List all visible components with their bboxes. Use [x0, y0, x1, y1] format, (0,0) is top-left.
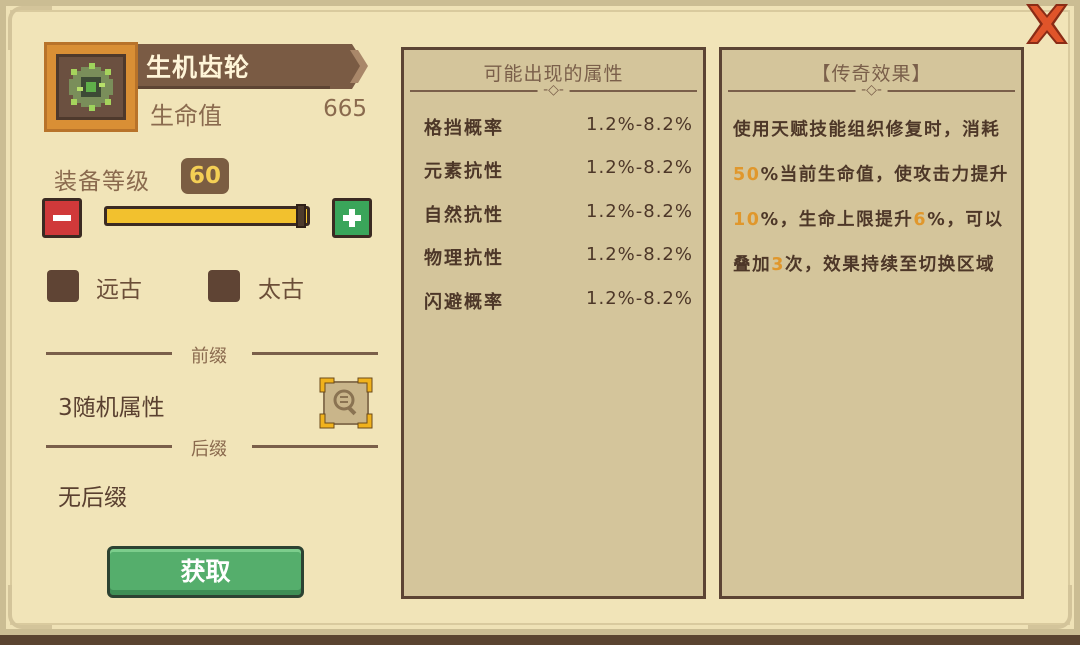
level-label: 装备等级	[54, 169, 150, 195]
effect-text-segment: %，生命上限提升	[760, 210, 914, 230]
effect-highlight-value: 6	[913, 210, 928, 230]
divider	[252, 352, 378, 355]
effect-text-segment: 使用天赋技能组织修复时，消耗	[733, 120, 1001, 140]
prefix-details-button[interactable]	[318, 376, 374, 430]
level-decrease-button[interactable]	[42, 198, 82, 238]
divider	[46, 445, 172, 448]
attribute-range: 1.2%-8.2%	[586, 114, 693, 135]
legendary-effect-text: 使用天赋技能组织修复时，消耗 50%当前生命值，使攻击力提升 10%，生命上限提升6…	[733, 108, 1009, 288]
attribute-range: 1.2%-8.2%	[586, 288, 693, 309]
attribute-name: 自然抗性	[424, 205, 504, 226]
attribute-row: 物理抗性 1.2%-8.2%	[424, 244, 693, 269]
stat-label: 生命值	[150, 102, 222, 130]
attribute-name: 物理抗性	[424, 248, 504, 269]
attribute-range: 1.2%-8.2%	[586, 244, 693, 265]
dialog-bottom-edge	[0, 635, 1080, 645]
attribute-name: 格挡概率	[424, 118, 504, 139]
attribute-row: 自然抗性 1.2%-8.2%	[424, 201, 693, 226]
divider	[252, 445, 378, 448]
divider-ornament: -◇-	[855, 82, 888, 98]
attribute-range: 1.2%-8.2%	[586, 201, 693, 222]
frame-ornament	[8, 585, 52, 629]
banner-arrow-icon	[330, 44, 368, 89]
primal-checkbox[interactable]	[208, 270, 240, 302]
stat-value: 665	[323, 96, 367, 122]
attribute-name: 元素抗性	[424, 161, 504, 182]
level-increase-button[interactable]	[332, 198, 372, 238]
level-slider-handle[interactable]	[296, 204, 306, 228]
prefix-value: 3随机属性	[58, 395, 165, 421]
level-slider[interactable]	[104, 204, 310, 228]
magnifier-icon	[319, 377, 373, 429]
suffix-value: 无后缀	[58, 485, 127, 511]
suffix-heading: 后缀	[191, 439, 227, 460]
close-button[interactable]	[1020, 0, 1074, 48]
attribute-row: 闪避概率 1.2%-8.2%	[424, 288, 693, 313]
attribute-name: 闪避概率	[424, 292, 504, 313]
ancient-checkbox[interactable]	[47, 270, 79, 302]
effect-highlight-value: 10	[733, 210, 761, 230]
gear-with-vines-icon	[69, 63, 113, 111]
attribute-row: 格挡概率 1.2%-8.2%	[424, 114, 693, 139]
effect-highlight-value: 3	[771, 255, 785, 275]
effect-highlight-value: 50	[733, 165, 761, 185]
level-slider-fill	[107, 209, 307, 223]
possible-attributes-panel: 可能出现的属性 -◇- 格挡概率 1.2%-8.2% 元素抗性 1.2%-8.2…	[401, 47, 706, 599]
ancient-checkbox-label: 远古	[96, 277, 142, 303]
attribute-row: 元素抗性 1.2%-8.2%	[424, 157, 693, 182]
close-x-icon	[1026, 4, 1068, 44]
prefix-heading: 前缀	[191, 346, 227, 367]
item-name: 生机齿轮	[146, 53, 251, 82]
attribute-range: 1.2%-8.2%	[586, 157, 693, 178]
primal-checkbox-label: 太古	[258, 277, 304, 303]
level-badge: 60	[181, 158, 229, 194]
frame-ornament	[1028, 585, 1072, 629]
item-icon-frame[interactable]	[44, 42, 138, 132]
legendary-effect-panel: 【传奇效果】 -◇- 使用天赋技能组织修复时，消耗50%当前生命值，使攻击力提升…	[719, 47, 1024, 599]
effect-text-segment: %当前生命值，使攻击力提升	[760, 165, 1009, 185]
divider	[46, 352, 172, 355]
get-button[interactable]: 获取	[107, 546, 304, 598]
divider-ornament: -◇-	[537, 82, 570, 98]
effect-text-segment: 次，效果持续至切换区域	[784, 255, 996, 275]
